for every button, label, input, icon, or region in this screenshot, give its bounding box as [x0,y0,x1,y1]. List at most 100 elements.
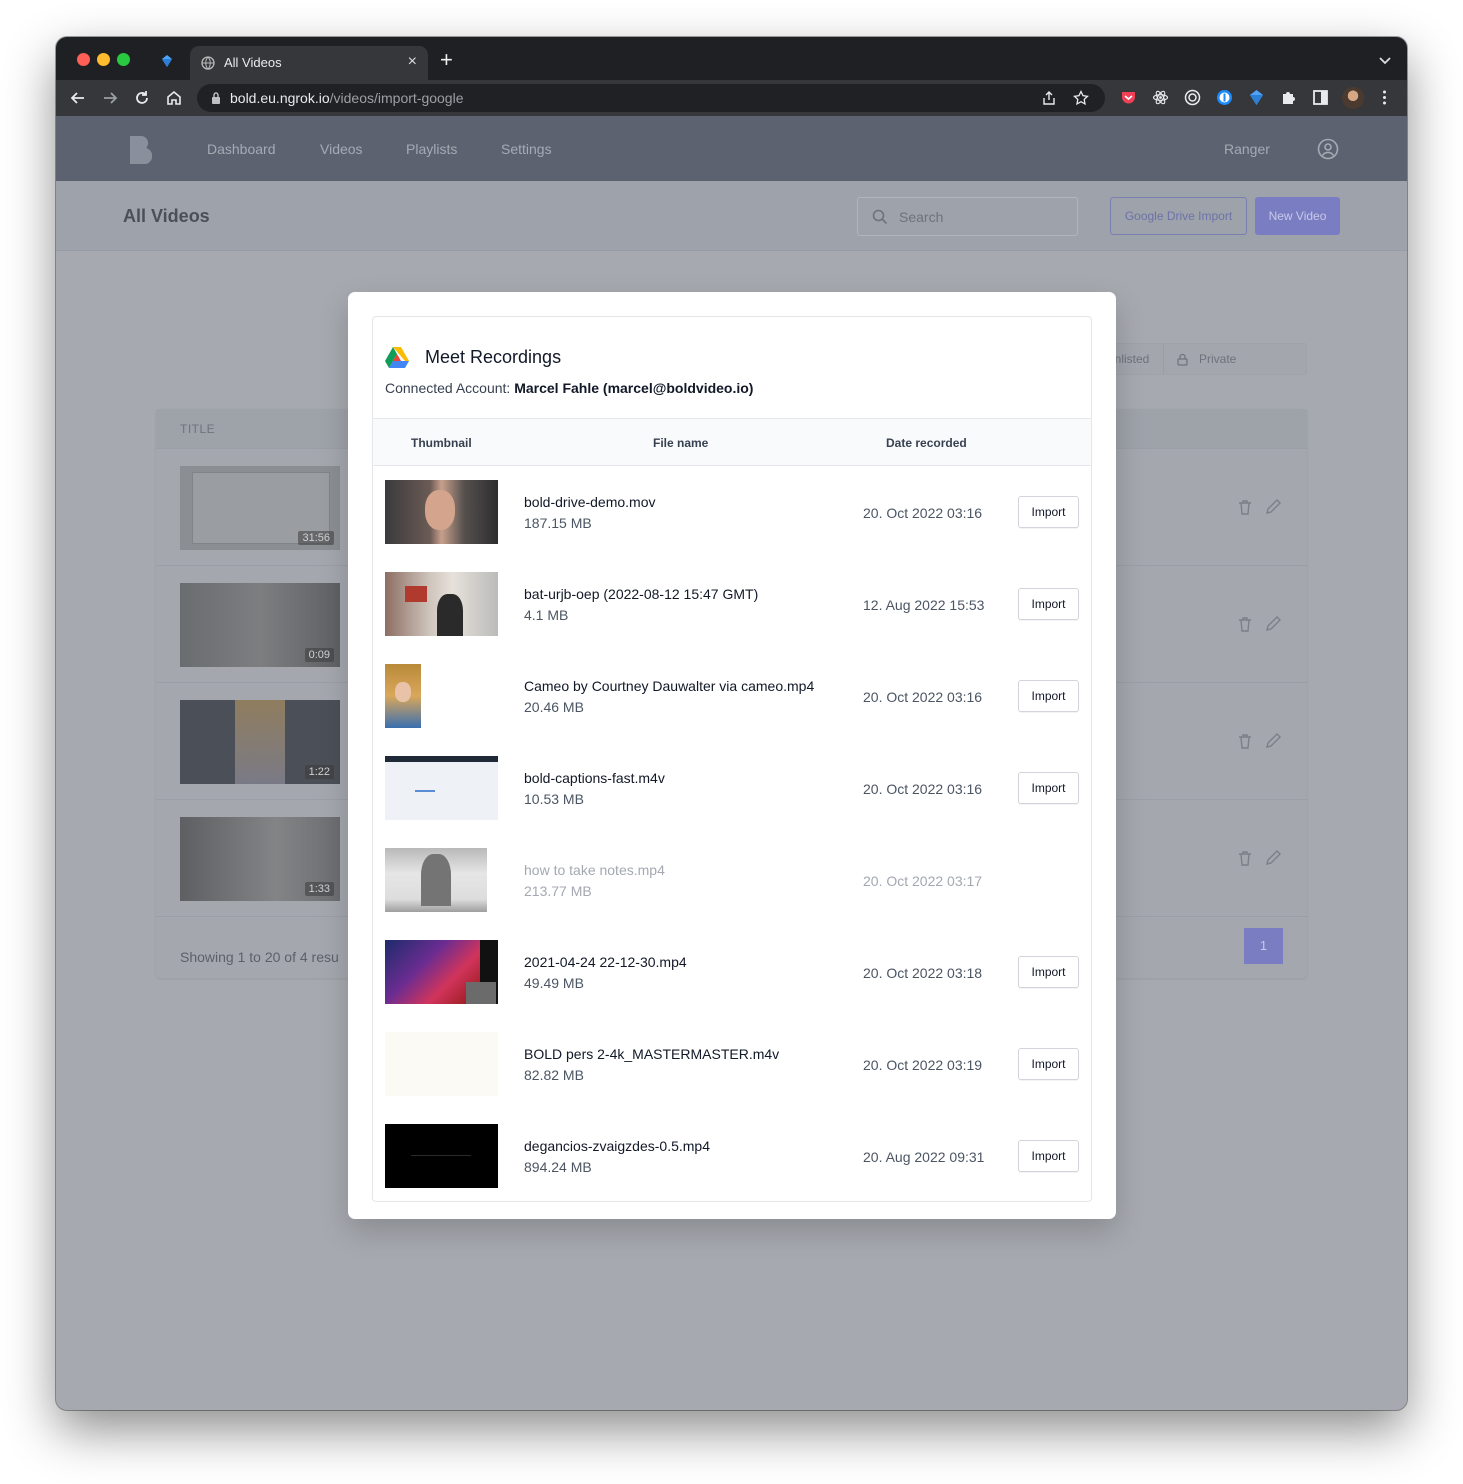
file-size: 10.53 MB [524,791,584,807]
column-date-recorded: Date recorded [886,436,967,450]
import-button[interactable]: Import [1018,496,1079,528]
trash-icon[interactable] [1236,498,1254,516]
profile-avatar[interactable] [1342,87,1364,109]
side-panel-icon[interactable] [1312,89,1329,106]
search-placeholder: Search [899,209,944,225]
gem-extension-icon[interactable] [1248,89,1265,106]
file-name: degancios-zvaigzdes-0.5.mp4 [524,1138,710,1154]
file-name: bold-captions-fast.m4v [524,770,665,786]
file-row: bold-drive-demo.mov 187.15 MB 20. Oct 20… [373,466,1091,558]
team-name[interactable]: Ranger [1224,141,1270,157]
file-row: how to take notes.mp4 213.77 MB 20. Oct … [373,834,1091,926]
video-thumbnail[interactable]: 0:09 [180,583,340,667]
import-button[interactable]: Import [1018,956,1079,988]
file-size: 20.46 MB [524,699,584,715]
filter-private-label: Private [1199,352,1237,366]
password-manager-icon[interactable] [1216,89,1233,106]
trash-icon[interactable] [1236,849,1254,867]
search-input[interactable]: Search [857,197,1078,236]
app-navbar: Dashboard Videos Playlists Settings Rang… [56,116,1407,181]
lock-icon[interactable] [211,92,221,104]
file-thumbnail [385,664,421,728]
file-size: 213.77 MB [524,883,592,899]
import-modal: Meet Recordings Connected Account: Marce… [348,292,1116,1219]
pencil-icon[interactable] [1264,498,1282,516]
pocket-extension-icon[interactable] [1120,89,1137,106]
nav-settings[interactable]: Settings [501,141,552,157]
nav-playlists[interactable]: Playlists [406,141,457,157]
file-thumbnail [385,572,498,636]
file-thumbnail [385,848,487,912]
file-date: 12. Aug 2022 15:53 [863,597,985,613]
more-vertical-icon[interactable] [1376,89,1393,106]
trash-icon[interactable] [1236,615,1254,633]
file-row: bold-captions-fast.m4v 10.53 MB 20. Oct … [373,742,1091,834]
share-icon[interactable] [1041,90,1057,106]
file-thumbnail [385,940,498,1004]
google-drive-import-button[interactable]: Google Drive Import [1110,197,1247,235]
extensions-puzzle-icon[interactable] [1280,89,1297,106]
pinned-tab-gem-icon[interactable] [160,54,174,68]
import-button[interactable]: Import [1018,680,1079,712]
close-window-button[interactable] [77,53,90,66]
pencil-icon[interactable] [1264,849,1282,867]
browser-toolbar: bold.eu.ngrok.io/videos/import-google [56,80,1407,116]
nav-dashboard[interactable]: Dashboard [207,141,276,157]
url-text[interactable]: bold.eu.ngrok.io/videos/import-google [230,90,464,106]
file-thumbnail [385,1124,498,1188]
address-bar[interactable]: bold.eu.ngrok.io/videos/import-google [197,84,1105,112]
bookmark-star-icon[interactable] [1073,90,1089,106]
file-size: 894.24 MB [524,1159,592,1175]
column-title: TITLE [180,422,216,436]
file-row: BOLD pers 2-4k_MASTERMASTER.m4v 82.82 MB… [373,1018,1091,1110]
file-date: 20. Oct 2022 03:16 [863,781,983,797]
back-arrow-icon[interactable] [69,89,87,107]
target-extension-icon[interactable] [1184,89,1201,106]
nav-videos[interactable]: Videos [320,141,363,157]
import-button[interactable]: Import [1018,1140,1079,1172]
file-name: 2021-04-24 22-12-30.mp4 [524,954,687,970]
tab-close-icon[interactable]: × [408,53,417,71]
modal-title: Meet Recordings [425,347,562,367]
forward-arrow-icon[interactable] [101,89,119,107]
file-date: 20. Oct 2022 03:17 [863,873,983,889]
file-date: 20. Oct 2022 03:19 [863,1057,983,1073]
file-row: degancios-zvaigzdes-0.5.mp4 894.24 MB 20… [373,1110,1091,1201]
file-date: 20. Oct 2022 03:18 [863,965,983,981]
home-icon[interactable] [165,89,183,107]
import-button[interactable]: Import [1018,772,1079,804]
file-thumbnail [385,1032,498,1096]
file-name: how to take notes.mp4 [524,862,665,878]
maximize-window-button[interactable] [117,53,130,66]
import-button[interactable]: Import [1018,588,1079,620]
video-thumbnail[interactable]: 1:22 [180,700,340,784]
react-devtools-icon[interactable] [1152,89,1169,106]
import-button[interactable]: Import [1018,1048,1079,1080]
video-thumbnail[interactable]: 1:33 [180,817,340,901]
column-file-name: File name [653,436,709,450]
search-icon [872,209,888,225]
minimize-window-button[interactable] [97,53,110,66]
globe-icon [201,56,215,70]
file-size: 4.1 MB [524,607,569,623]
file-size: 49.49 MB [524,975,584,991]
bold-logo[interactable] [128,136,152,164]
tab-search-chevron-icon[interactable] [1379,54,1391,66]
video-thumbnail[interactable]: 31:56 [180,466,340,550]
tab-bar: All Videos × + [56,37,1407,80]
new-tab-button[interactable]: + [440,47,453,73]
page-button-1[interactable]: 1 [1244,928,1283,964]
file-name: bat-urjb-oep (2022-08-12 15:47 GMT) [524,586,759,602]
reload-icon[interactable] [133,89,151,107]
tab-all-videos[interactable]: All Videos × [190,46,428,80]
account-name: Marcel Fahle (marcel@boldvideo.io) [514,380,754,396]
file-thumbnail [385,480,498,544]
file-name: bold-drive-demo.mov [524,494,656,510]
user-circle-icon[interactable] [1317,138,1339,160]
lock-icon [1177,353,1188,366]
filter-private[interactable]: Private [1165,344,1307,374]
new-video-button[interactable]: New Video [1255,197,1340,235]
pencil-icon[interactable] [1264,615,1282,633]
pencil-icon[interactable] [1264,732,1282,750]
trash-icon[interactable] [1236,732,1254,750]
